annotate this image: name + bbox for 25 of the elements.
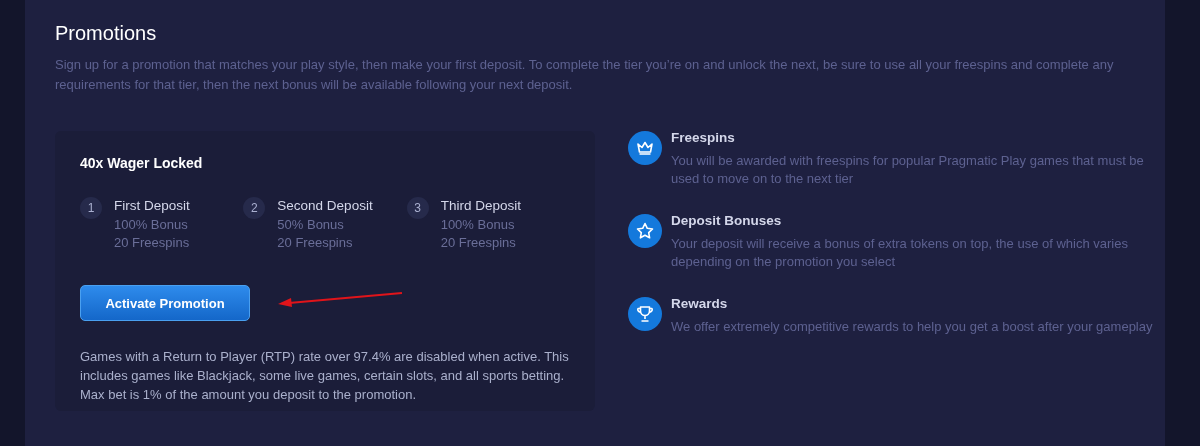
crown-icon [628, 131, 662, 165]
step-number: 1 [80, 197, 102, 219]
step-detail: 100% Bonus [114, 216, 189, 234]
step-detail: 20 Freespins [114, 234, 190, 252]
step-detail: 100% Bonus [440, 216, 516, 234]
step-number: 2 [243, 197, 266, 219]
feature-title: Freespins [671, 129, 736, 147]
page-description: Sign up for a promotion that matches your play style, then make your first deposit. To complete the tier you’re on and unlock the next, be sure to use all your freespins and complete any requirements for that tier, then the next bonus will be available following your next deposit. [55, 56, 1115, 94]
feature-title: Deposit Bonuses [671, 212, 783, 230]
promotion-title: 40x Wager Locked [80, 155, 204, 171]
trophy-icon [628, 297, 662, 331]
step-detail: 20 Freespins [440, 234, 517, 252]
promotion-note: Games with a Return to Player (RTP) rate over 97.4% are disabled when active. This includes games like Blackjack, some live games, certain slots, and all sports betting. Max bet is 1% of the amount you deposit to the promotion. [80, 348, 570, 404]
activate-button[interactable]: Activate Promotion [80, 285, 250, 321]
page-title: Promotions [55, 21, 158, 46]
feature-description: You will be awarded with freespins for popular Pragmatic Play games that must be used to move on to the next tier [671, 152, 1145, 188]
feature-title: Rewards [671, 295, 729, 313]
step-title: Third Deposit [440, 197, 521, 215]
step-detail: 50% Bonus [277, 216, 345, 234]
step-title: First Deposit [114, 197, 190, 215]
feature-description: Your deposit will receive a bonus of extra tokens on top, the use of which varies depending on the promotion you select [671, 235, 1129, 271]
step-detail: 20 Freespins [277, 234, 354, 252]
step-title: Second Deposit [277, 197, 373, 215]
step-number: 3 [406, 197, 429, 219]
feature-description: We offer extremely competitive rewards to help you get a boost after your gameplay [671, 318, 1154, 336]
